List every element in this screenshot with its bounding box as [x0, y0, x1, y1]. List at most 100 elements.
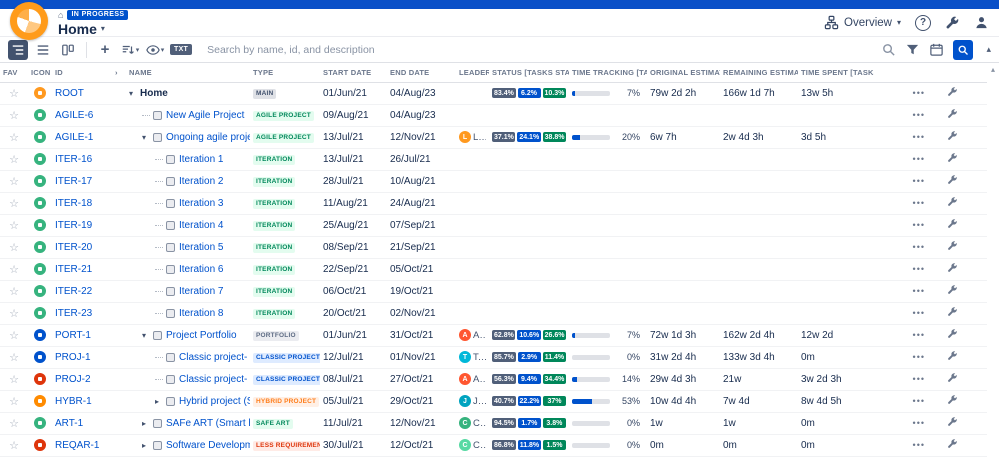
row-name-link[interactable]: Ongoing agile project (E-commerc [166, 132, 250, 143]
leader-cell[interactable]: LLesly [459, 131, 486, 143]
more-options-button[interactable]: ••• [913, 132, 925, 142]
leader-cell[interactable]: AAnge [459, 373, 486, 385]
more-options-button[interactable]: ••• [913, 418, 925, 428]
row-name-link[interactable]: Classic project- progress monit [179, 374, 250, 385]
column-header-leader[interactable]: LEADER [456, 63, 489, 83]
row-id-link[interactable]: ITER-19 [55, 220, 92, 231]
favorite-star-icon[interactable]: ☆ [9, 110, 19, 122]
row-wrench-icon[interactable] [947, 416, 958, 430]
leader-cell[interactable]: JJero [459, 395, 486, 407]
row-name-link[interactable]: Hybrid project (Sport App) [179, 396, 250, 407]
bigpicture-logo[interactable] [10, 2, 48, 40]
page-title-row[interactable]: Home ▾ [58, 22, 128, 36]
row-id-link[interactable]: AGILE-1 [55, 132, 93, 143]
row-id-link[interactable]: ITER-22 [55, 286, 92, 297]
more-options-button[interactable]: ••• [913, 286, 925, 296]
search-submit-button[interactable] [953, 39, 974, 60]
column-header-start[interactable]: START DATE [320, 63, 387, 83]
visibility-button[interactable]: ▾ [145, 40, 165, 60]
more-options-button[interactable]: ••• [913, 154, 925, 164]
favorite-star-icon[interactable]: ☆ [9, 418, 19, 430]
overview-selector[interactable]: Overview ▾ [824, 15, 901, 30]
scroll-up-icon[interactable]: ▴ [991, 65, 995, 443]
row-name-link[interactable]: SAFe ART (Smart house) [166, 418, 250, 429]
row-id-link[interactable]: AGILE-6 [55, 110, 93, 121]
row-wrench-icon[interactable] [947, 130, 958, 144]
column-header-type[interactable]: TYPE [250, 63, 320, 83]
row-wrench-icon[interactable] [947, 284, 958, 298]
leader-cell[interactable]: TTash [459, 351, 486, 363]
user-icon[interactable] [974, 15, 989, 30]
more-options-button[interactable]: ••• [913, 440, 925, 450]
column-header-actions[interactable] [874, 63, 987, 83]
view-structure-button[interactable] [8, 39, 28, 60]
more-options-button[interactable]: ••• [913, 374, 925, 384]
row-id-link[interactable]: REQAR-1 [55, 440, 99, 451]
expand-toggle-right-icon[interactable]: ▸ [142, 441, 153, 450]
more-options-button[interactable]: ••• [913, 220, 925, 230]
expand-toggle-down-icon[interactable]: ▾ [142, 331, 153, 340]
column-header-original[interactable]: ORIGINAL ESTIMATE [ [647, 63, 720, 83]
more-options-button[interactable]: ••• [913, 242, 925, 252]
row-id-link[interactable]: ART-1 [55, 418, 83, 429]
title-chevron-down-icon[interactable]: ▾ [101, 24, 105, 33]
search-icon[interactable] [881, 42, 896, 57]
row-id-link[interactable]: ROOT [55, 88, 84, 99]
more-options-button[interactable]: ••• [913, 308, 925, 318]
row-wrench-icon[interactable] [947, 438, 958, 452]
view-board-button[interactable] [58, 40, 78, 60]
favorite-star-icon[interactable]: ☆ [9, 308, 19, 320]
favorite-star-icon[interactable]: ☆ [9, 154, 19, 166]
favorite-star-icon[interactable]: ☆ [9, 132, 19, 144]
row-wrench-icon[interactable] [947, 240, 958, 254]
row-id-link[interactable]: ITER-20 [55, 242, 92, 253]
row-name-link[interactable]: Iteration 4 [179, 220, 223, 231]
leader-cell[interactable]: AAnge [459, 329, 486, 341]
row-name-link[interactable]: Classic project- initiation (Build [179, 352, 250, 363]
expand-toggle-right-icon[interactable]: ▸ [155, 397, 166, 406]
column-header-name[interactable]: NAME [126, 63, 250, 83]
row-wrench-icon[interactable] [947, 218, 958, 232]
leader-cell[interactable]: CCalvi [459, 439, 486, 451]
favorite-star-icon[interactable]: ☆ [9, 286, 19, 298]
txt-filter-badge[interactable]: TXT [170, 44, 193, 55]
row-wrench-icon[interactable] [947, 328, 958, 342]
column-header-chev[interactable]: › [112, 63, 126, 83]
add-item-button[interactable]: + [95, 40, 115, 60]
view-list-button[interactable] [33, 40, 53, 60]
row-name-link[interactable]: Home [140, 88, 168, 99]
vertical-scrollbar[interactable]: ▴ [987, 63, 999, 443]
favorite-star-icon[interactable]: ☆ [9, 330, 19, 342]
row-id-link[interactable]: PORT-1 [55, 330, 91, 341]
row-name-link[interactable]: Iteration 6 [179, 264, 223, 275]
row-name-link[interactable]: Iteration 8 [179, 308, 223, 319]
favorite-star-icon[interactable]: ☆ [9, 396, 19, 408]
more-options-button[interactable]: ••• [913, 396, 925, 406]
row-name-link[interactable]: Iteration 1 [179, 154, 223, 165]
favorite-star-icon[interactable]: ☆ [9, 198, 19, 210]
wrench-icon[interactable] [945, 15, 960, 30]
filter-icon[interactable] [905, 42, 920, 57]
more-options-button[interactable]: ••• [913, 198, 925, 208]
row-wrench-icon[interactable] [947, 152, 958, 166]
more-options-button[interactable]: ••• [913, 352, 925, 362]
favorite-star-icon[interactable]: ☆ [9, 352, 19, 364]
column-header-spent[interactable]: TIME SPENT [TASKS S [798, 63, 874, 83]
favorite-star-icon[interactable]: ☆ [9, 440, 19, 452]
row-id-link[interactable]: ITER-17 [55, 176, 92, 187]
row-id-link[interactable]: ITER-23 [55, 308, 92, 319]
calendar-icon[interactable] [929, 42, 944, 57]
row-id-link[interactable]: HYBR-1 [55, 396, 92, 407]
favorite-star-icon[interactable]: ☆ [9, 264, 19, 276]
row-name-link[interactable]: Iteration 5 [179, 242, 223, 253]
row-name-link[interactable]: Software Development - LeSS [166, 440, 250, 451]
row-name-link[interactable]: Iteration 2 [179, 176, 223, 187]
more-options-button[interactable]: ••• [913, 330, 925, 340]
more-options-button[interactable]: ••• [913, 176, 925, 186]
more-options-button[interactable]: ••• [913, 110, 925, 120]
search-input[interactable] [207, 43, 867, 56]
column-header-end[interactable]: END DATE [387, 63, 456, 83]
row-name-link[interactable]: New Agile Project [166, 110, 244, 121]
row-wrench-icon[interactable] [947, 306, 958, 320]
column-header-icon[interactable]: ICON [28, 63, 52, 83]
